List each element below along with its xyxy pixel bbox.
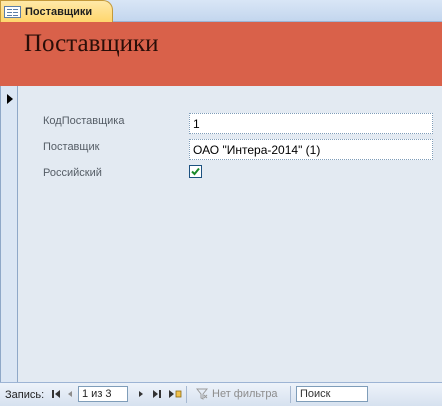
first-record-icon: [52, 390, 60, 398]
separator: [186, 386, 187, 403]
form-detail: КодПоставщика 1 Поставщик ОАО "Интера-20…: [19, 86, 442, 382]
search-input[interactable]: Поиск: [296, 386, 368, 402]
checkmark-icon: [191, 167, 200, 176]
last-record-button[interactable]: [151, 388, 163, 400]
filter-icon: [196, 388, 208, 400]
first-record-button[interactable]: [50, 388, 62, 400]
tab-suppliers[interactable]: Поставщики: [0, 0, 113, 23]
filter-label: Нет фильтра: [212, 388, 278, 400]
record-label: Запись:: [5, 389, 45, 401]
document-tab-strip: Поставщики: [0, 0, 442, 23]
supplier-name-field[interactable]: ОАО "Интера-2014" (1): [189, 139, 433, 160]
form-title: Поставщики: [24, 30, 159, 57]
next-record-button[interactable]: [135, 388, 147, 400]
supplier-id-field[interactable]: 1: [189, 113, 433, 134]
record-navigation-bar: Запись: 1 из 3 Нет фильтра Поиск: [0, 382, 442, 406]
russian-label: Российский: [43, 167, 102, 179]
form-header: Поставщики: [0, 22, 442, 86]
filter-toggle[interactable]: Нет фильтра: [196, 388, 278, 400]
next-record-icon: [139, 391, 143, 397]
russian-checkbox[interactable]: [189, 165, 202, 178]
previous-record-icon: [68, 391, 72, 397]
form-icon: [4, 6, 21, 18]
new-record-icon: [169, 390, 182, 398]
current-record-input[interactable]: 1 из 3: [78, 386, 128, 402]
previous-record-button[interactable]: [64, 388, 76, 400]
last-record-icon: [153, 390, 161, 398]
supplier-name-label: Поставщик: [43, 141, 100, 153]
record-selector[interactable]: [0, 86, 18, 382]
separator: [290, 386, 291, 403]
current-record-arrow-icon: [7, 94, 13, 104]
tab-label: Поставщики: [25, 6, 93, 18]
new-record-button[interactable]: [168, 388, 182, 400]
supplier-id-label: КодПоставщика: [43, 115, 125, 127]
